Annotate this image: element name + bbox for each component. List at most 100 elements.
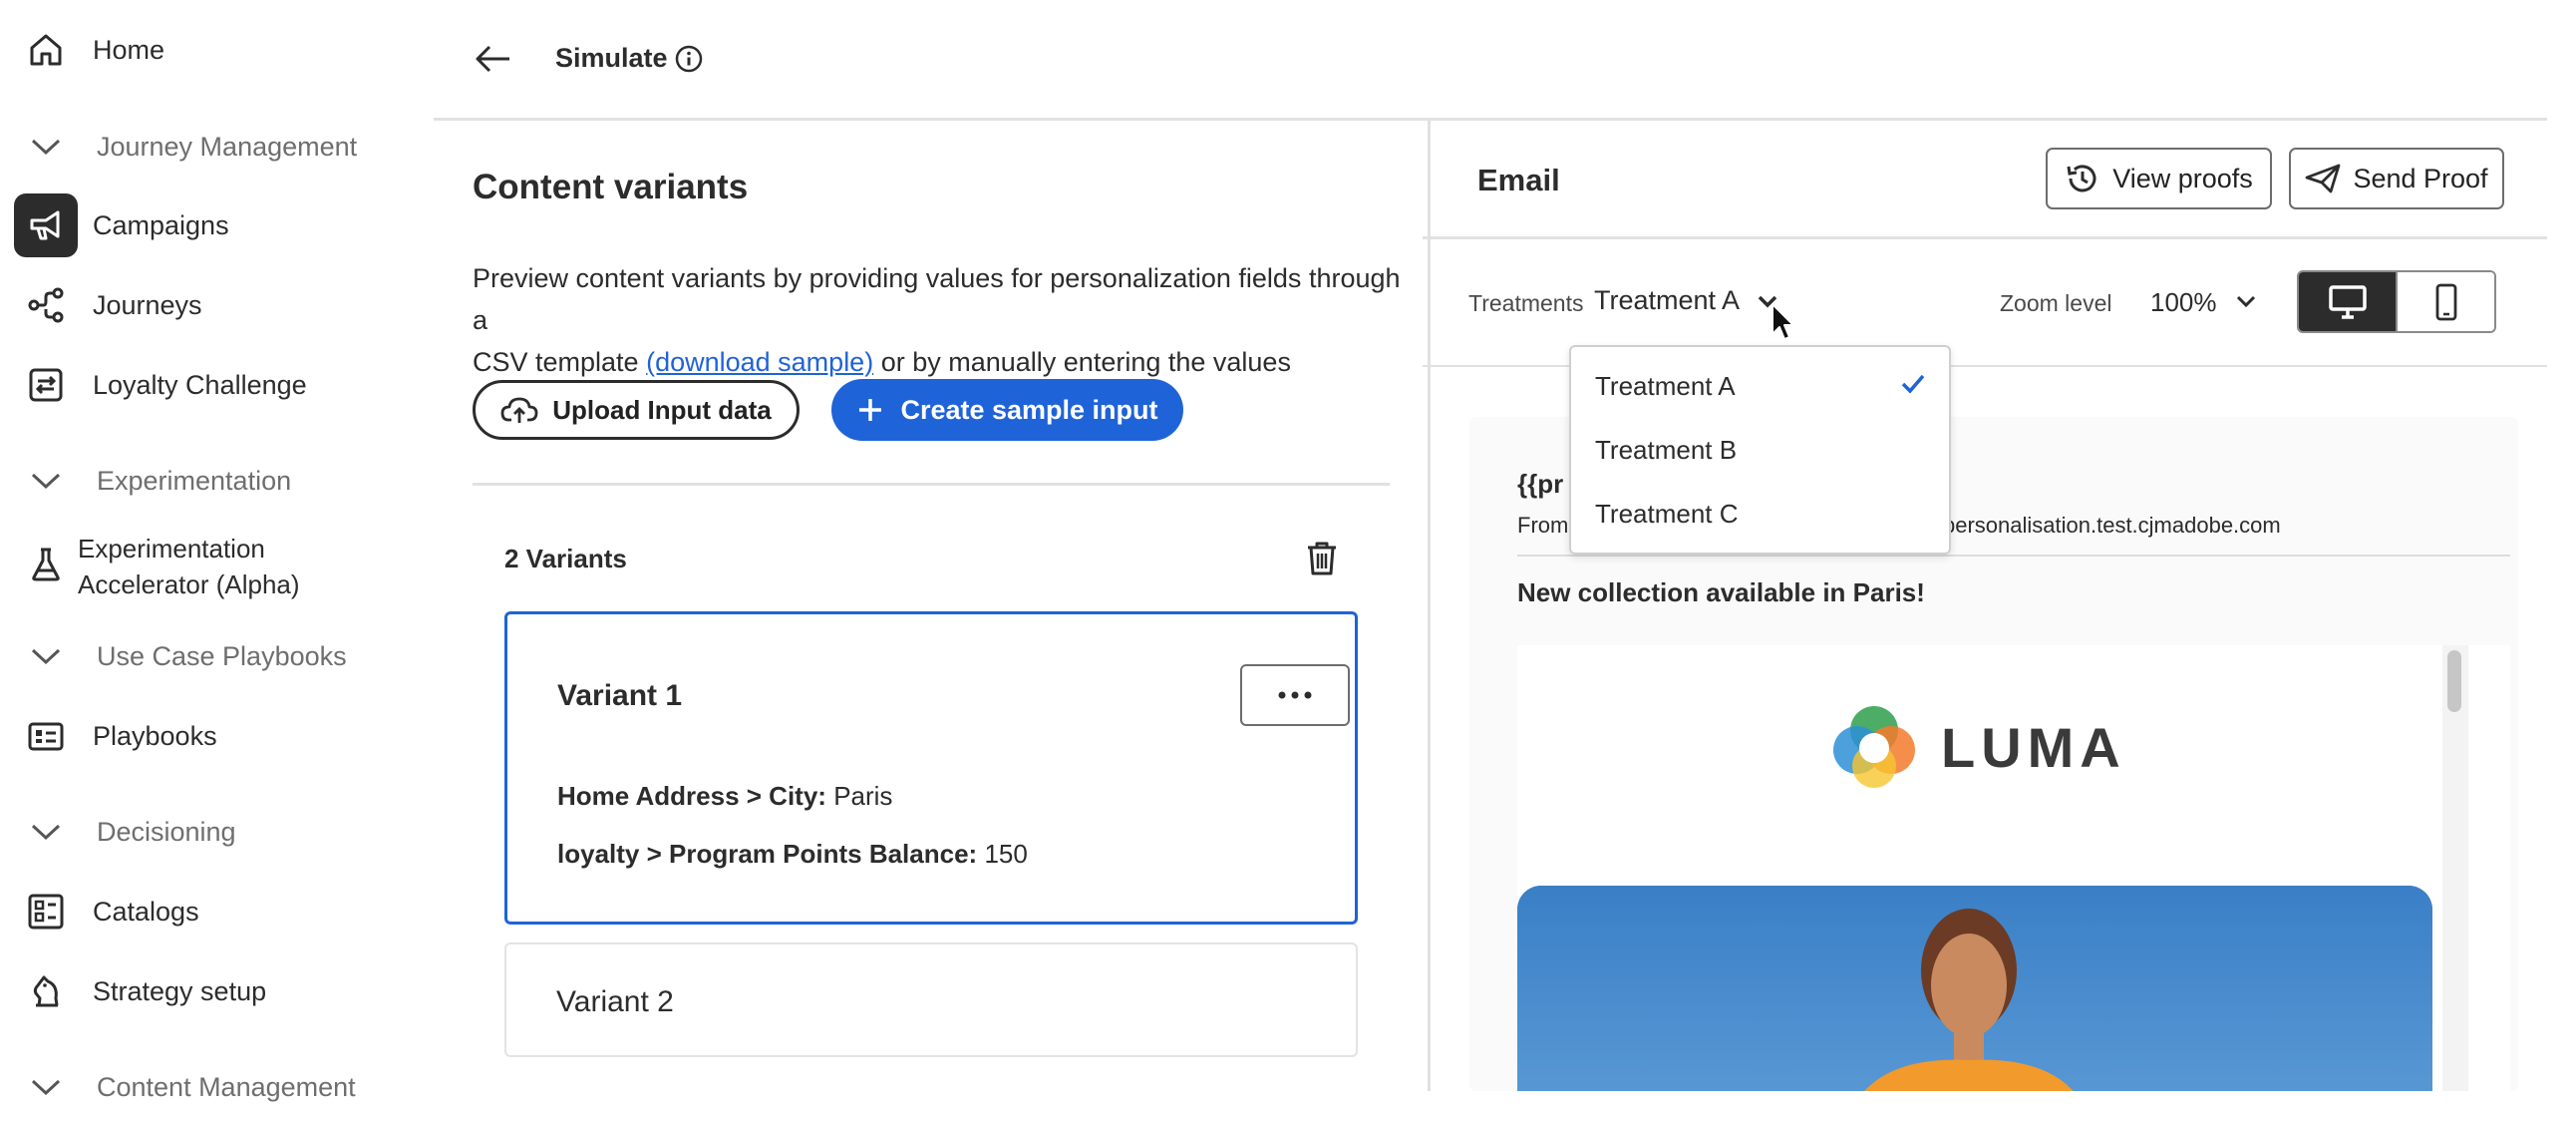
sidebar-item-label: Campaigns — [93, 209, 229, 240]
email-subject: {{pr — [1517, 469, 1564, 499]
field-label: loyalty > Program Points Balance: — [557, 839, 978, 869]
chevron-down-icon — [24, 125, 68, 169]
chevron-down-icon — [24, 634, 68, 678]
zoom-level-value[interactable]: 100% — [2150, 287, 2217, 318]
info-icon[interactable] — [674, 44, 704, 74]
sidebar-section-content-management[interactable]: Content Management — [0, 1052, 419, 1122]
section-divider — [473, 483, 1390, 486]
sidebar-item-strategy-setup[interactable]: Strategy setup — [0, 956, 419, 1026]
email-from-address: personalisation.test.cjmadobe.com — [1943, 513, 2281, 538]
sidebar-item-home[interactable]: Home — [0, 15, 419, 85]
sidebar-section-label: Content Management — [97, 1071, 356, 1102]
description-line-1: Preview content variants by providing va… — [473, 263, 1401, 335]
dropdown-option-treatment-c[interactable]: Treatment C — [1571, 483, 1949, 545]
option-label: Treatment B — [1595, 435, 1738, 465]
treatments-dropdown-menu: Treatment A Treatment B Treatment C — [1569, 345, 1951, 555]
sidebar-item-journeys[interactable]: Journeys — [0, 270, 419, 340]
device-toggle — [2297, 270, 2496, 333]
history-icon — [2065, 161, 2100, 196]
plus-icon — [856, 396, 884, 424]
chevron-down-icon — [24, 1065, 68, 1109]
description-text: CSV template — [473, 347, 647, 377]
email-from-label: From — [1517, 513, 1569, 538]
zoom-level-label: Zoom level — [2000, 290, 2112, 316]
variants-count: 2 Variants — [504, 544, 627, 573]
playbook-icon — [24, 714, 68, 758]
email-title: Email — [1477, 163, 1560, 197]
hero-image — [1517, 886, 2432, 1091]
sidebar-item-experimentation-accelerator[interactable]: Experimentation Accelerator (Alpha) — [0, 527, 419, 602]
button-label: Send Proof — [2353, 163, 2488, 193]
sidebar-item-label: Experimentation Accelerator (Alpha) — [78, 531, 300, 602]
more-options-button[interactable] — [1240, 664, 1350, 726]
label-line-1: Experimentation — [78, 534, 265, 563]
loyalty-challenge-icon — [24, 363, 68, 407]
sidebar-item-playbooks[interactable]: Playbooks — [0, 701, 419, 771]
sidebar-section-label: Decisioning — [97, 816, 236, 847]
page-header: Simulate — [434, 0, 2547, 121]
button-label: Upload Input data — [552, 394, 772, 425]
send-proof-button[interactable]: Send Proof — [2289, 148, 2504, 209]
sidebar-section-experimentation[interactable]: Experimentation — [0, 446, 419, 516]
ellipsis-icon — [1277, 690, 1313, 700]
variant-field-row: loyalty > Program Points Balance: 150 — [557, 839, 1028, 870]
sidebar-section-use-case-playbooks[interactable]: Use Case Playbooks — [0, 621, 419, 691]
megaphone-icon — [14, 193, 78, 257]
sidebar-item-label: Catalogs — [93, 896, 199, 927]
content-variants-description: Preview content variants by providing va… — [473, 257, 1410, 383]
variant-field-row: Home Address > City: Paris — [557, 781, 892, 812]
field-label: Home Address > City: — [557, 781, 826, 811]
toolbar-top-divider — [1423, 236, 2547, 239]
button-label: Create sample input — [900, 394, 1158, 425]
sidebar-item-label: Playbooks — [93, 720, 217, 751]
sidebar-section-decisioning[interactable]: Decisioning — [0, 797, 419, 867]
chevron-down-icon — [24, 810, 68, 854]
sidebar-item-label: Home — [93, 34, 165, 65]
luma-logo-icon — [1829, 702, 1919, 792]
sidebar: Home Journey Management Campaigns Journe… — [0, 0, 434, 1102]
chevron-down-icon[interactable] — [2235, 293, 2257, 309]
sidebar-item-label: Journeys — [93, 289, 202, 320]
upload-input-data-button[interactable]: Upload Input data — [473, 380, 800, 440]
variant-card-1[interactable]: Variant 1 Home Address > City: Paris loy… — [504, 611, 1358, 925]
variant-title: Variant 2 — [556, 985, 674, 1018]
dropdown-option-treatment-a[interactable]: Treatment A — [1571, 355, 1949, 417]
dropdown-option-treatment-b[interactable]: Treatment B — [1571, 419, 1949, 481]
description-text: or by manually entering the values — [873, 347, 1291, 377]
email-headline: New collection available in Paris! — [1517, 577, 1925, 607]
variant-card-2[interactable]: Variant 2 — [504, 942, 1358, 1057]
sidebar-item-label: Strategy setup — [93, 975, 267, 1006]
mobile-view-button[interactable] — [2396, 272, 2494, 331]
luma-logo-text: LUMA — [1941, 716, 2126, 779]
panel-divider[interactable] — [1428, 118, 1431, 1091]
chess-knight-icon — [24, 969, 68, 1013]
email-body[interactable]: LUMA — [1517, 645, 2510, 1091]
trash-icon[interactable] — [1306, 541, 1338, 576]
scrollbar-track[interactable] — [2442, 645, 2468, 1091]
checkmark-icon — [1900, 373, 1926, 395]
scrollbar-thumb[interactable] — [2447, 650, 2461, 712]
desktop-view-button[interactable] — [2299, 272, 2396, 331]
home-icon — [24, 28, 68, 72]
sidebar-item-loyalty-challenge[interactable]: Loyalty Challenge — [0, 350, 419, 420]
sidebar-item-label: Loyalty Challenge — [93, 369, 307, 400]
variant-title: Variant 1 — [557, 679, 683, 712]
treatments-selected[interactable]: Treatment A — [1594, 285, 1740, 316]
option-label: Treatment C — [1595, 499, 1739, 529]
download-sample-link[interactable]: (download sample) — [646, 347, 873, 377]
paper-plane-icon — [2305, 163, 2341, 194]
content-variants-title: Content variants — [473, 168, 749, 206]
description-line-2: CSV template (download sample) or by man… — [473, 341, 1410, 383]
catalog-icon — [24, 890, 68, 934]
page-title: Simulate — [555, 43, 668, 73]
sidebar-item-catalogs[interactable]: Catalogs — [0, 877, 419, 946]
sidebar-item-campaigns[interactable]: Campaigns — [0, 190, 419, 260]
email-header-divider — [1517, 555, 2510, 557]
back-arrow-icon[interactable] — [471, 37, 514, 81]
flask-icon — [24, 543, 68, 586]
sidebar-section-journey-management[interactable]: Journey Management — [0, 112, 419, 182]
create-sample-input-button[interactable]: Create sample input — [831, 379, 1183, 441]
sidebar-section-label: Journey Management — [97, 131, 358, 162]
view-proofs-button[interactable]: View proofs — [2046, 148, 2272, 209]
journey-branch-icon — [24, 283, 68, 327]
